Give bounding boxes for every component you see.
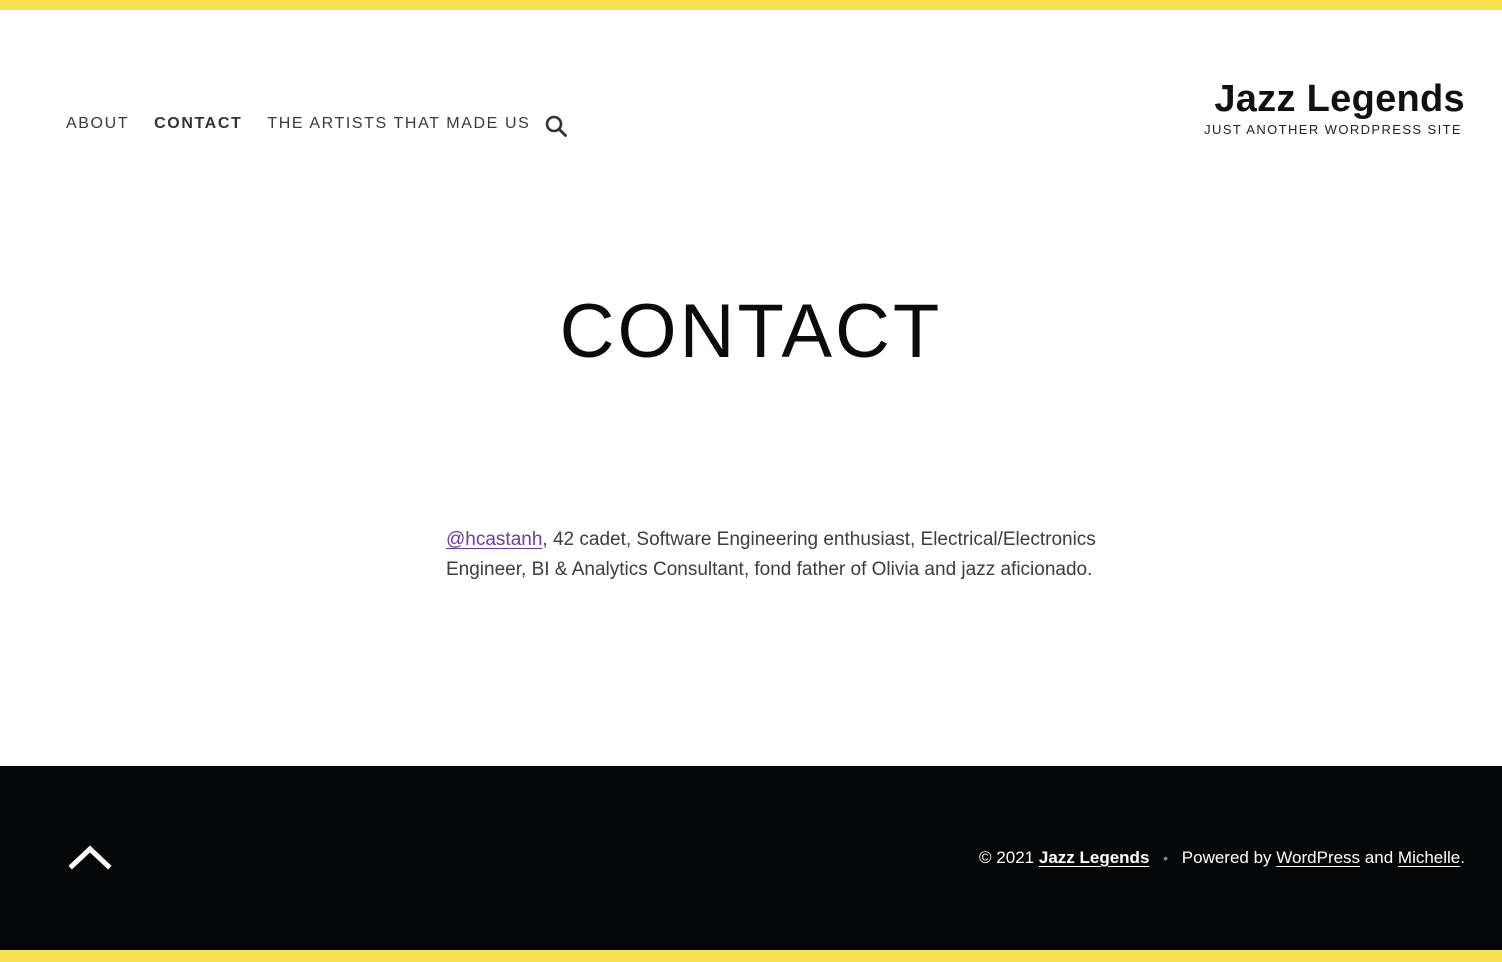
page-title: CONTACT bbox=[559, 289, 943, 374]
and-text: and bbox=[1364, 848, 1394, 867]
bio-paragraph: @hcastanh, 42 cadet, Software Engineerin… bbox=[446, 525, 1106, 585]
nav-item-contact[interactable]: Contact bbox=[154, 115, 242, 133]
site-branding: Jazz Legends Just another WordPress site bbox=[1204, 78, 1465, 137]
top-accent-bar bbox=[0, 0, 1502, 10]
footer-credits: © 2021 Jazz Legends • Powered by WordPre… bbox=[979, 848, 1465, 868]
footer-site-link[interactable]: Jazz Legends bbox=[1039, 848, 1150, 867]
bio-text: , 42 cadet, Software Engineering enthusi… bbox=[446, 529, 1096, 580]
nav-item-about[interactable]: About bbox=[66, 115, 129, 133]
handle-link[interactable]: @hcastanh bbox=[446, 529, 542, 550]
footer-period: . bbox=[1460, 848, 1465, 867]
site-footer: © 2021 Jazz Legends • Powered by WordPre… bbox=[0, 766, 1502, 950]
nav-item-the-artists-that-made-us[interactable]: The Artists That Made Us bbox=[267, 115, 530, 133]
site-title[interactable]: Jazz Legends bbox=[1204, 78, 1465, 120]
footer-separator: • bbox=[1163, 850, 1169, 866]
copyright-text: © 2021 bbox=[979, 848, 1035, 867]
chevron-up-icon[interactable] bbox=[68, 842, 112, 872]
page: About Contact The Artists That Made Us J… bbox=[0, 0, 1502, 962]
theme-link[interactable]: Michelle bbox=[1398, 848, 1460, 867]
bottom-accent-bar bbox=[0, 950, 1502, 962]
primary-navigation: About Contact The Artists That Made Us bbox=[66, 115, 555, 133]
wordpress-link[interactable]: WordPress bbox=[1276, 848, 1360, 867]
site-tagline: Just another WordPress site bbox=[1204, 122, 1462, 137]
search-icon[interactable] bbox=[544, 114, 568, 138]
powered-by-text: Powered by bbox=[1181, 848, 1272, 867]
